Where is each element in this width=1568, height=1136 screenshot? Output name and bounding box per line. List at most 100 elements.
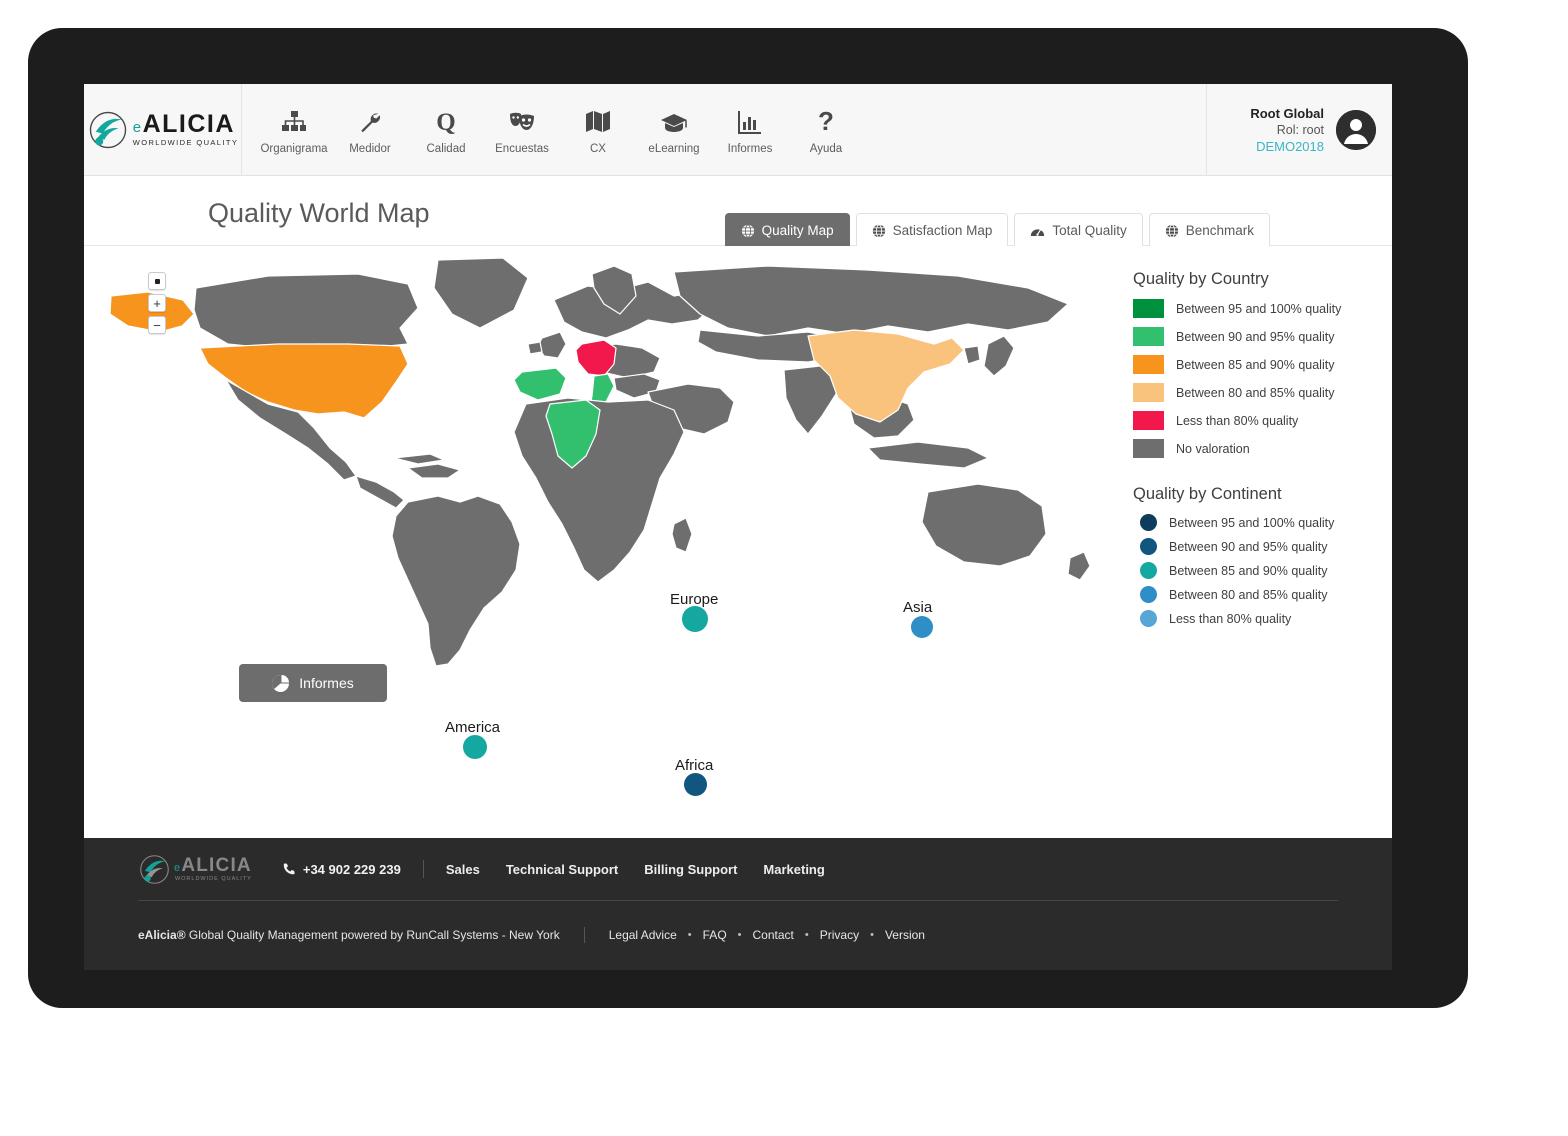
brand-logo[interactable]: eALICIA WORLDWIDE QUALITY [84,84,242,175]
footer-logo[interactable]: eALICIA WORLDWIDE QUALITY [138,853,252,886]
legend-quality-by-continent: Quality by Continent Between 95 and 100%… [1133,485,1383,627]
nav-item-encuestas[interactable]: Encuestas [484,104,560,155]
country-ireland [527,341,543,355]
legend-quality-by-country: Quality by Country Between 95 and 100% q… [1133,270,1383,458]
legend-label: Between 90 and 95% quality [1176,329,1335,344]
legend-row: Between 80 and 85% quality [1133,586,1383,603]
user-role: Rol: root [1276,122,1324,137]
brand-tagline: WORLDWIDE QUALITY [132,138,239,148]
tab-label: Total Quality [1052,223,1127,238]
nav-label: CX [590,143,606,155]
marker-label-africa: Africa [675,757,714,774]
nav-label: Informes [727,143,773,155]
nav-item-informes[interactable]: Informes [712,104,788,155]
legend-swatch [1133,383,1164,402]
marker-asia[interactable] [911,616,933,638]
footer-link-version[interactable]: Version [885,928,925,942]
country-united-states [199,343,409,419]
map-zoom-in-button[interactable]: + [148,294,166,312]
legend-swatch [1133,355,1164,374]
nav-items: Organigrama Medidor Q Calidad Encuestas … [242,84,864,175]
graduation-cap-icon [660,108,688,134]
ealicia-logo-icon [89,111,126,148]
footer-link-legal-advice[interactable]: Legal Advice [609,928,677,942]
footer-separator: • [687,928,692,941]
wrench-icon [358,108,382,134]
informes-button[interactable]: Informes [239,664,387,702]
continent-africa [513,397,685,583]
sitemap-icon [281,108,307,134]
question-mark-icon: ? [816,108,836,134]
tab-satisfaction-map[interactable]: Satisfaction Map [855,213,1009,246]
footer-link-technical-support[interactable]: Technical Support [506,862,618,877]
globe-icon [872,223,886,238]
footer-bottom-links: Legal Advice • FAQ • Contact • Privacy •… [609,928,925,942]
tab-quality-map[interactable]: Quality Map [724,213,850,246]
legend-label: No valoration [1176,441,1250,456]
globe-icon [1165,223,1179,238]
footer-brand-word: ALICIA [181,854,252,876]
marker-europe[interactable] [682,606,708,632]
footer-link-privacy[interactable]: Privacy [820,928,859,942]
continent-australia [921,483,1047,567]
map-legends: Quality by Country Between 95 and 100% q… [1133,270,1383,634]
phone-icon [283,863,295,875]
user-menu[interactable]: Root Global Rol: root DEMO2018 [1206,84,1392,176]
marker-africa[interactable] [684,773,707,796]
user-circle-icon [1336,110,1376,150]
legend-row: Between 85 and 90% quality [1133,562,1383,579]
legend-label: Between 95 and 100% quality [1169,515,1335,530]
map-zoom-out-button[interactable]: − [148,316,166,334]
footer-bottom-row: eAlicia® Global Quality Management power… [84,900,1392,969]
marker-label-america: America [445,719,501,736]
legend-row: No valoration [1133,439,1383,458]
map-folded-icon [585,108,611,134]
nav-item-cx[interactable]: CX [560,104,636,155]
legend-row: Between 85 and 90% quality [1133,355,1383,374]
footer-link-marketing[interactable]: Marketing [763,862,824,877]
nav-item-elearning[interactable]: eLearning [636,104,712,155]
legend-swatch [1133,411,1164,430]
footer-copyright-brand: eAlicia® [138,927,186,942]
brand-e: e [132,119,143,137]
footer-links: Sales Technical Support Billing Support … [446,862,825,877]
tab-total-quality[interactable]: Total Quality [1014,213,1143,246]
footer-link-contact[interactable]: Contact [753,928,794,942]
map-zoom-controls: + − [148,272,166,334]
footer-link-billing-support[interactable]: Billing Support [644,862,737,877]
pie-chart-icon [272,674,290,692]
region-russia [673,265,1069,337]
footer-link-faq[interactable]: FAQ [703,928,727,942]
tab-benchmark[interactable]: Benchmark [1148,213,1270,246]
nav-item-calidad[interactable]: Q Calidad [408,104,484,155]
region-korea [963,345,981,365]
theater-masks-icon [508,108,536,134]
informes-button-label: Informes [299,675,354,691]
country-canada [193,273,419,349]
legend-dot [1140,538,1157,555]
gauge-icon [1030,224,1045,238]
footer-copyright-text: Global Quality Management powered by Run… [188,927,560,942]
tab-label: Benchmark [1185,223,1254,238]
user-account: DEMO2018 [1256,139,1324,155]
legend-swatch [1133,299,1164,318]
world-map[interactable]: + − Europe Asia America Africa Informes [84,246,1124,838]
globe-icon [741,223,755,238]
country-japan [983,335,1015,377]
world-map-svg[interactable] [108,252,1118,672]
footer-phone[interactable]: +34 902 229 239 [282,862,401,877]
nav-label: Ayuda [809,143,843,155]
marker-america[interactable] [463,735,487,759]
legend-country-title: Quality by Country [1133,270,1269,288]
user-name: Root Global [1250,105,1324,121]
nav-label: Medidor [349,143,391,155]
nav-item-medidor[interactable]: Medidor [332,104,408,155]
avatar[interactable] [1336,110,1376,150]
top-navigation-bar: eALICIA WORLDWIDE QUALITY Organigrama Me… [84,84,1392,176]
country-uk [537,331,567,359]
legend-dot [1140,562,1157,579]
map-reset-button[interactable] [148,272,166,290]
footer-link-sales[interactable]: Sales [446,862,480,877]
nav-item-ayuda[interactable]: ? Ayuda [788,104,864,155]
nav-item-organigrama[interactable]: Organigrama [256,104,332,155]
